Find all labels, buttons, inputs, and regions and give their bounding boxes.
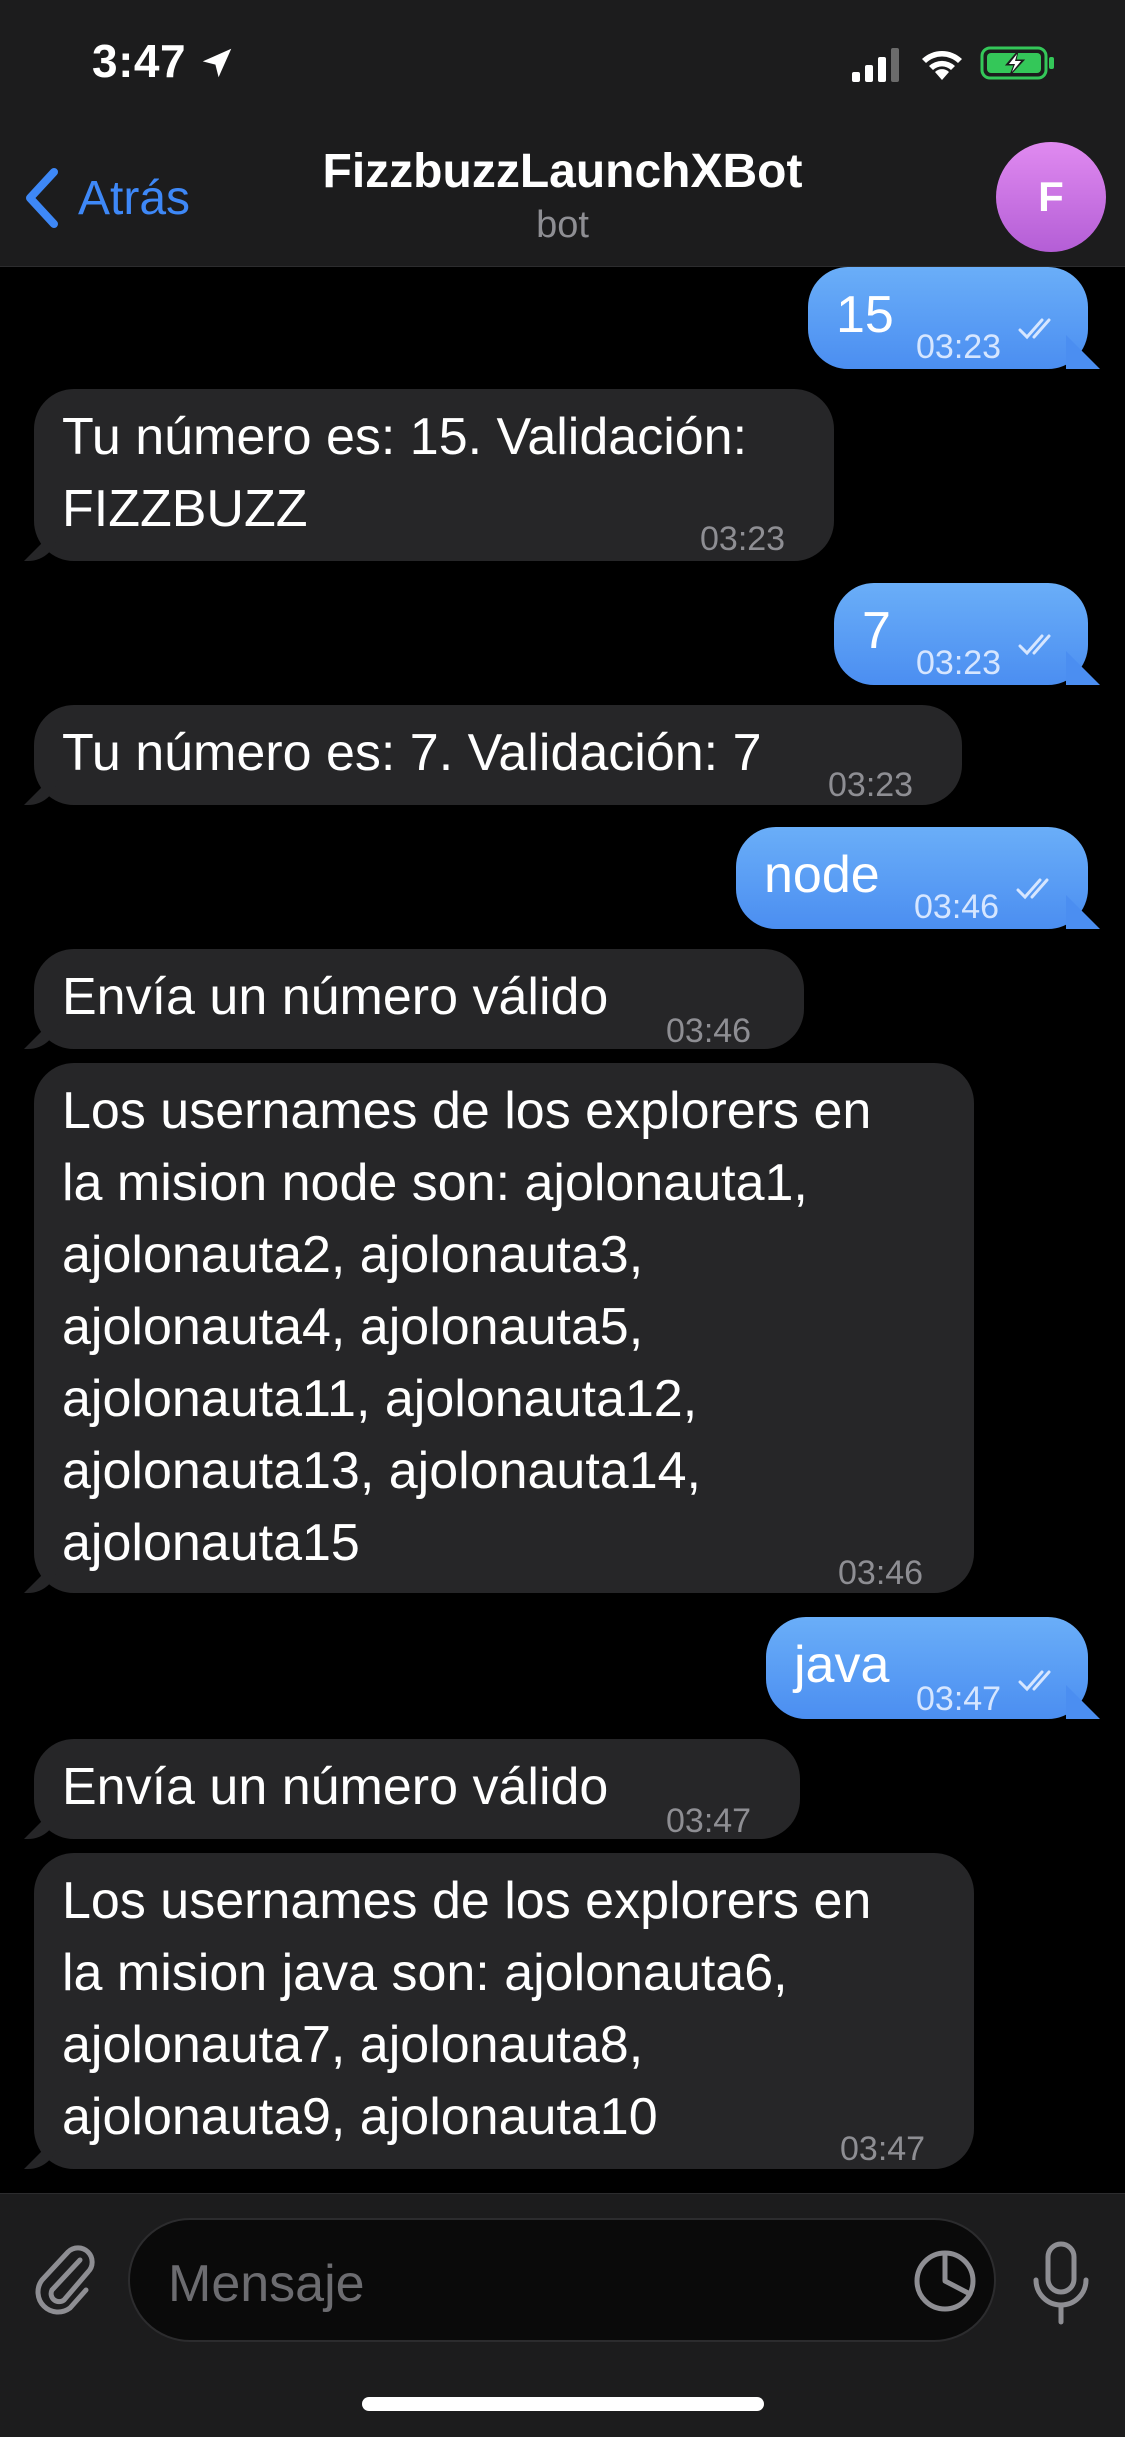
incoming-message[interactable]: Tu número es: 15. Validación: FIZZBUZZ 0… xyxy=(34,389,834,561)
message-text: Los usernames de los explorers en la mis… xyxy=(62,1872,872,2146)
message-text: Los usernames de los explorers en la mis… xyxy=(62,1082,872,1572)
message-text: 15 xyxy=(836,286,894,344)
incoming-message[interactable]: Envía un número válido 03:46 xyxy=(34,949,804,1050)
location-arrow-icon xyxy=(202,48,232,78)
message-list: 15 03:23 Tu número es: 15. Validación: F… xyxy=(0,267,1125,2192)
outgoing-message[interactable]: 15 03:23 xyxy=(808,267,1088,369)
status-bar: 3:47 xyxy=(0,0,1125,130)
message-time: 03:47 xyxy=(840,2130,926,2168)
status-time: 3:47 xyxy=(92,35,187,87)
message-text: Tu número es: 7. Validación: 7 xyxy=(62,724,762,782)
message-input-placeholder: Mensaje xyxy=(168,2255,365,2313)
outgoing-message[interactable]: 7 03:23 xyxy=(834,583,1088,685)
double-check-icon xyxy=(1016,878,1049,900)
message-text: java xyxy=(794,1636,890,1694)
battery-charging-icon xyxy=(980,46,1054,80)
message-time: 03:46 xyxy=(666,1012,752,1050)
message-input[interactable]: Mensaje xyxy=(128,2218,996,2342)
outgoing-message[interactable]: java 03:47 xyxy=(766,1617,1088,1719)
avatar[interactable]: F xyxy=(996,142,1106,252)
message-time: 03:23 xyxy=(916,328,1002,366)
incoming-message[interactable]: Envía un número válido 03:47 xyxy=(34,1739,800,1840)
message-text: Envía un número válido xyxy=(62,1758,609,1816)
message-time: 03:47 xyxy=(666,1802,752,1840)
double-check-icon xyxy=(1018,1670,1051,1692)
incoming-message[interactable]: Los usernames de los explorers en la mis… xyxy=(34,1853,974,2169)
message-text: Envía un número válido xyxy=(62,968,609,1026)
message-time: 03:46 xyxy=(914,888,1000,926)
incoming-message[interactable]: Los usernames de los explorers en la mis… xyxy=(34,1063,974,1593)
message-time: 03:47 xyxy=(916,1680,1002,1718)
sticker-icon[interactable] xyxy=(912,2248,978,2314)
double-check-icon xyxy=(1018,634,1051,656)
message-time: 03:23 xyxy=(828,766,914,804)
chat-subtitle: bot xyxy=(536,204,589,246)
home-indicator[interactable] xyxy=(362,2397,764,2411)
message-text: 7 xyxy=(862,602,891,660)
wifi-icon xyxy=(922,51,962,80)
paperclip-icon[interactable] xyxy=(28,2238,98,2318)
message-text: Tu número es: 15. Validación: FIZZBUZZ xyxy=(62,408,748,538)
incoming-message[interactable]: Tu número es: 7. Validación: 7 03:23 xyxy=(34,705,962,805)
message-time: 03:23 xyxy=(916,644,1002,682)
chat-title[interactable]: FizzbuzzLaunchXBot xyxy=(0,144,1125,199)
cellular-signal-icon xyxy=(852,48,899,82)
message-time: 03:46 xyxy=(838,1554,924,1592)
double-check-icon xyxy=(1018,318,1051,340)
message-text: node xyxy=(764,846,880,904)
microphone-icon[interactable] xyxy=(1028,2240,1094,2326)
outgoing-message[interactable]: node 03:46 xyxy=(736,827,1088,929)
message-time: 03:23 xyxy=(700,520,786,558)
chat-header: Atrás FizzbuzzLaunchXBot bot F xyxy=(0,130,1125,267)
